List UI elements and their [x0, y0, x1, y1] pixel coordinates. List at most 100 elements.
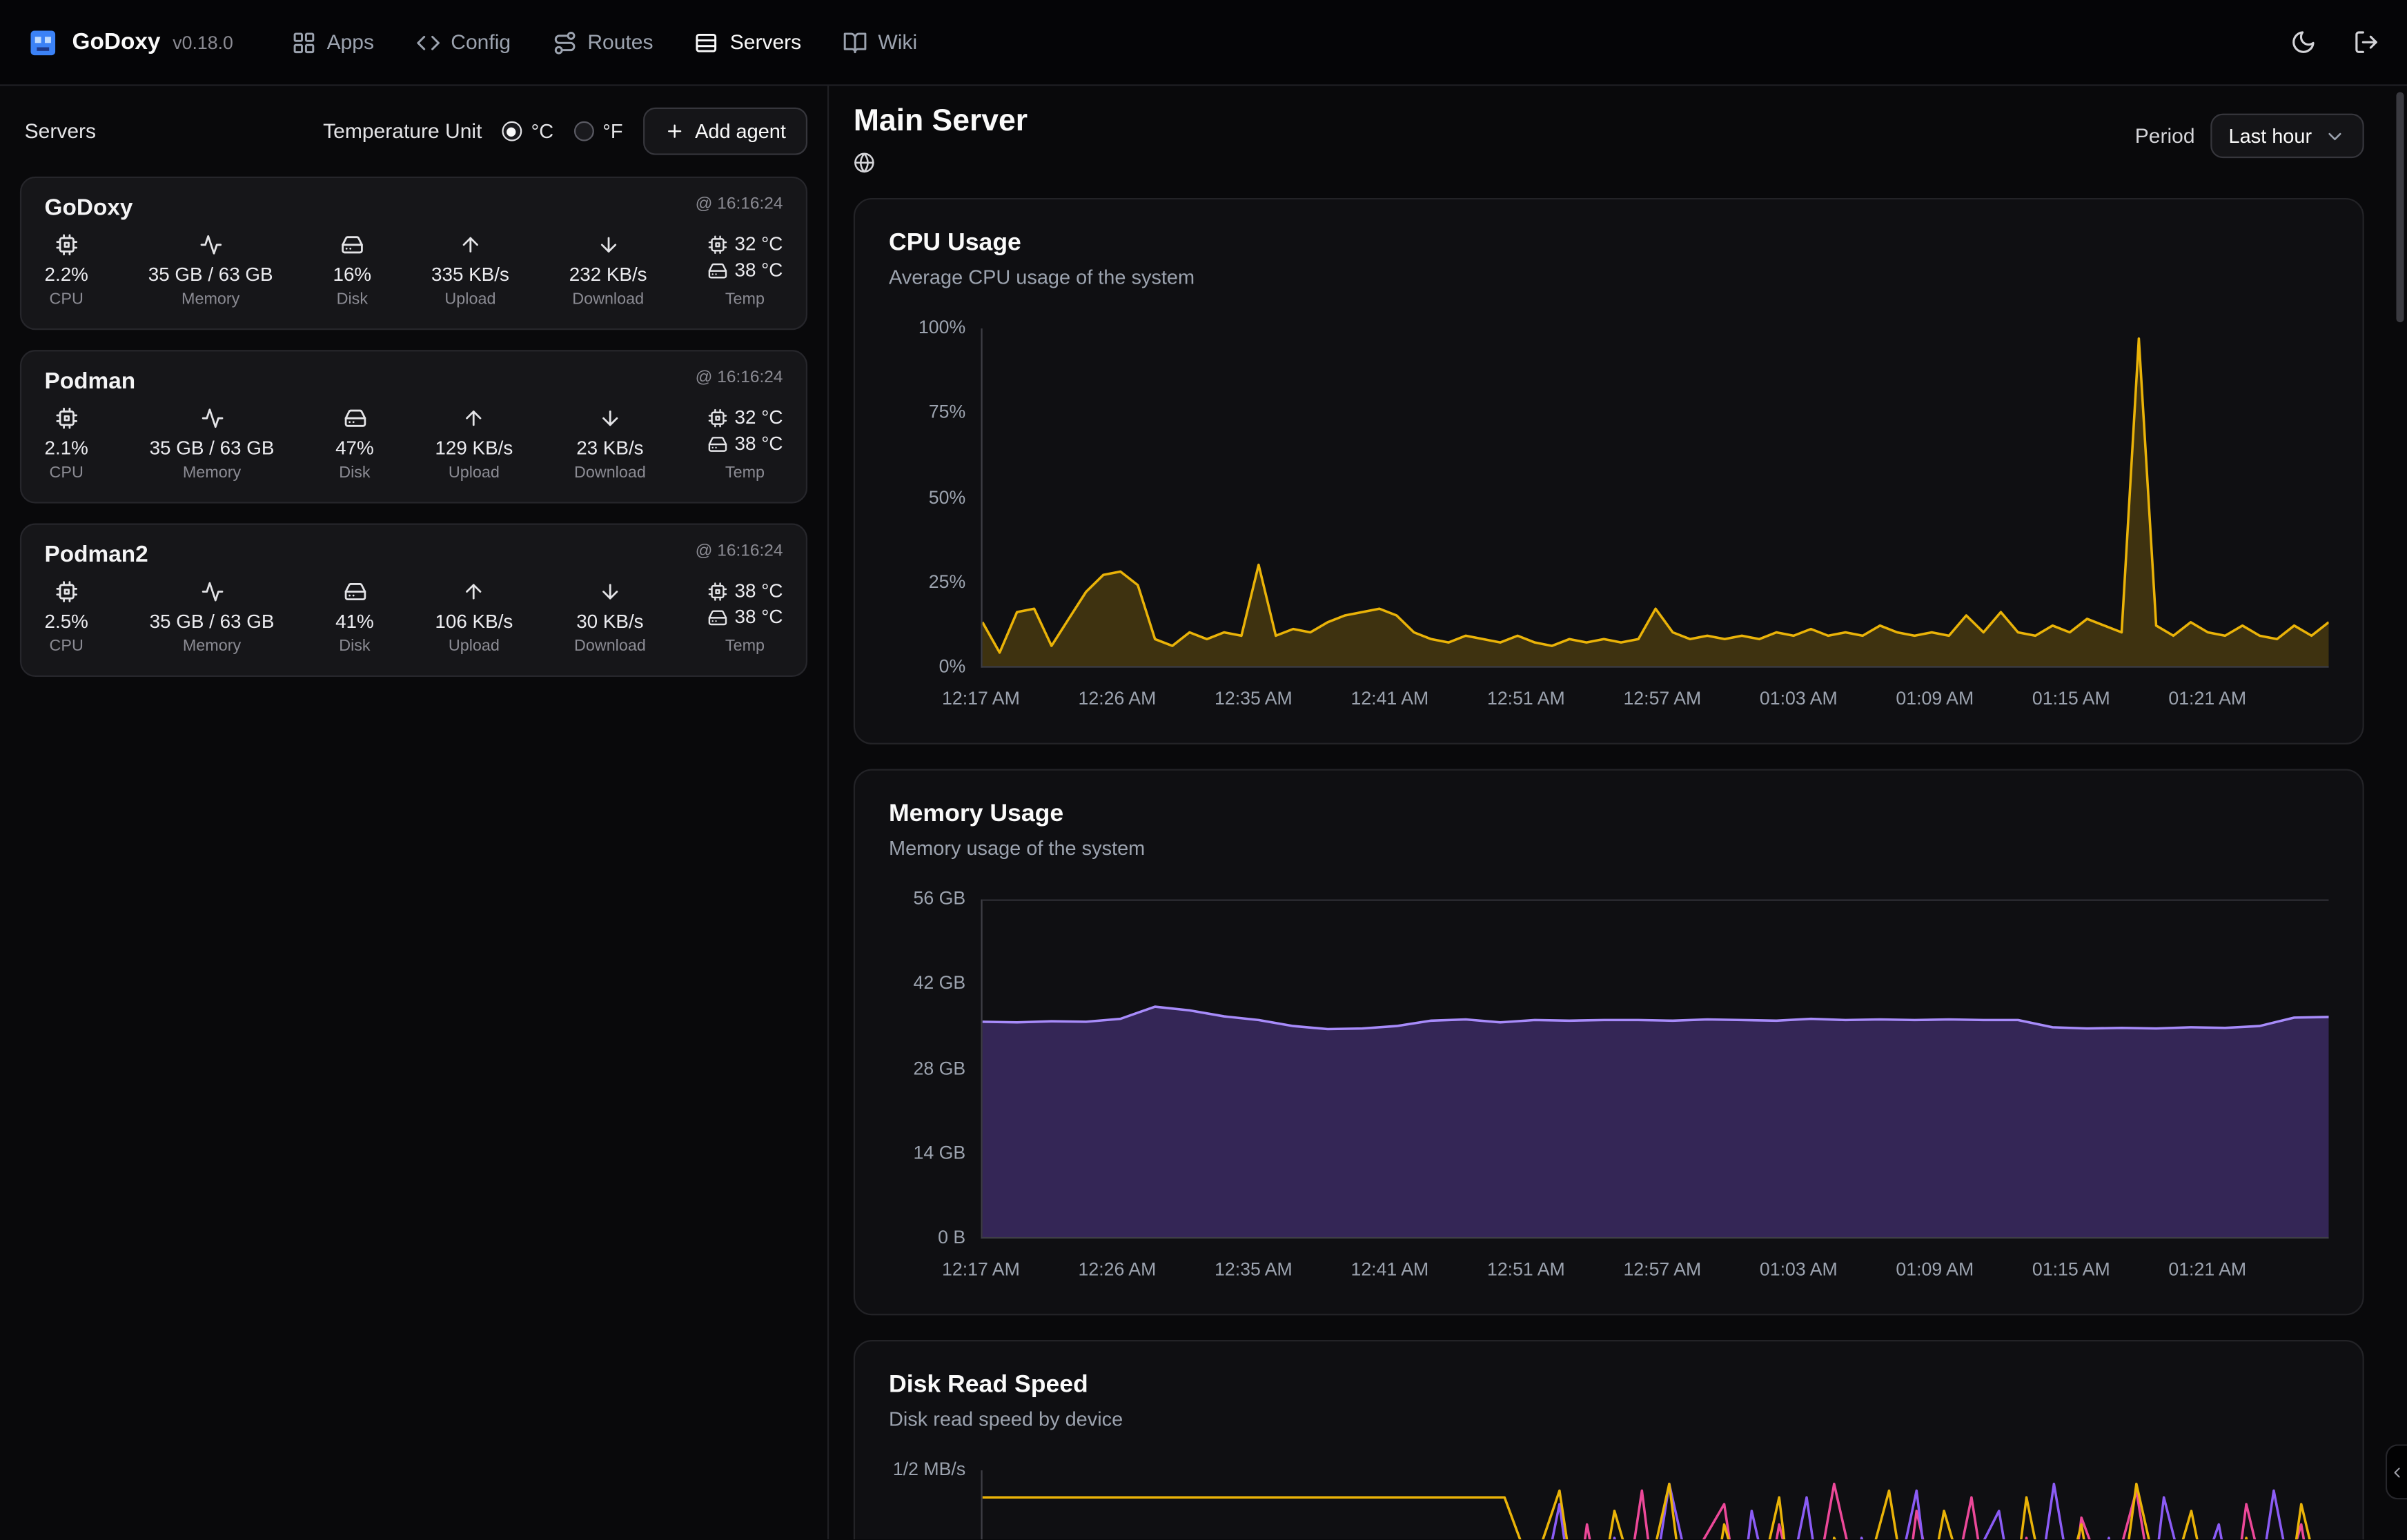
memory-usage-chart[interactable] — [981, 900, 2328, 1239]
download-value: 30 KB/s — [576, 611, 643, 632]
hard-drive-icon — [341, 233, 364, 256]
x-tick-label: 12:35 AM — [1215, 1258, 1293, 1280]
disk-value: 47% — [335, 437, 374, 459]
cpu-label: CPU — [50, 637, 83, 655]
disk-value: 41% — [335, 611, 374, 632]
temp-label: Temp — [725, 464, 765, 482]
y-tick-label: 25% — [892, 572, 965, 593]
temperature-unit-label: Temperature Unit — [323, 120, 482, 143]
x-tick-label: 01:03 AM — [1760, 688, 1838, 709]
x-tick-label: 12:41 AM — [1350, 1258, 1428, 1280]
globe-icon[interactable] — [854, 152, 1028, 173]
fahrenheit-label: °F — [602, 120, 622, 143]
brand-name: GoDoxy — [72, 29, 161, 55]
nav-wiki[interactable]: Wiki — [843, 30, 917, 55]
celsius-radio[interactable]: °C — [502, 120, 553, 143]
servers-sidebar: Servers Temperature Unit °C °F Add agent — [0, 86, 829, 1540]
code-icon — [415, 30, 440, 55]
chart-subtitle: Average CPU usage of the system — [889, 266, 2329, 288]
nav-apps-label: Apps — [327, 30, 374, 53]
topbar-actions — [2290, 29, 2379, 55]
server-rows-icon — [695, 30, 720, 55]
upload-label: Upload — [449, 637, 500, 655]
download-value: 232 KB/s — [569, 264, 647, 286]
chart-subtitle: Memory usage of the system — [889, 836, 2329, 859]
x-tick-label: 12:26 AM — [1079, 688, 1157, 709]
disk-temp-value: 38 °C — [734, 259, 783, 281]
cpu-value: 2.2% — [45, 264, 88, 286]
memory-stat: 35 GB / 63 GB Memory — [150, 406, 275, 482]
godoxy-logo-icon — [28, 27, 58, 57]
chevron-left-icon — [2388, 1463, 2405, 1480]
server-card-podman[interactable]: Podman @ 16:16:24 2.1% CPU 35 GB / 63 GB — [20, 350, 807, 503]
fahrenheit-radio-control[interactable] — [573, 121, 593, 141]
download-label: Download — [572, 290, 644, 308]
upload-label: Upload — [444, 290, 495, 308]
x-axis-labels: 12:17 AM12:26 AM12:35 AM12:41 AM12:51 AM… — [981, 1250, 2328, 1286]
x-tick-label: 01:21 AM — [2168, 688, 2246, 709]
celsius-radio-control[interactable] — [502, 121, 522, 141]
server-timestamp: @ 16:16:24 — [696, 542, 783, 560]
server-card-godoxy[interactable]: GoDoxy @ 16:16:24 2.2% CPU 35 GB / 63 GB — [20, 177, 807, 330]
x-tick-label: 12:51 AM — [1487, 1258, 1565, 1280]
main-panel: Main Server Period Last hour CPU Usage A… — [829, 86, 2407, 1540]
x-tick-label: 01:09 AM — [1896, 1258, 1974, 1280]
period-select[interactable]: Last hour — [2210, 114, 2364, 159]
chart-title: Disk Read Speed — [889, 1372, 2329, 1400]
chart-title: CPU Usage — [889, 230, 2329, 258]
hard-drive-icon — [707, 260, 727, 280]
download-label: Download — [574, 637, 646, 655]
memory-stat: 35 GB / 63 GB Memory — [148, 233, 273, 308]
y-tick-label: 75% — [892, 403, 965, 424]
arrow-down-icon — [596, 233, 619, 256]
nav-servers[interactable]: Servers — [695, 30, 802, 55]
arrow-up-icon — [462, 580, 485, 603]
download-label: Download — [574, 464, 646, 482]
disk-temp-value: 38 °C — [735, 606, 783, 628]
server-card-podman2[interactable]: Podman2 @ 16:16:24 2.5% CPU 35 GB / 63 G… — [20, 524, 807, 677]
nav-config[interactable]: Config — [415, 30, 511, 55]
cpu-usage-card: CPU Usage Average CPU usage of the syste… — [854, 198, 2364, 744]
y-tick-label: 0 B — [892, 1228, 965, 1250]
cpu-chip-icon — [55, 580, 78, 603]
y-axis-labels: 1/2 MB/s — [889, 1470, 981, 1539]
cpu-usage-chart[interactable] — [981, 328, 2328, 668]
y-tick-label: 0% — [892, 657, 965, 678]
disk-read-speed-card: Disk Read Speed Disk read speed by devic… — [854, 1340, 2364, 1539]
memory-value: 35 GB / 63 GB — [148, 264, 273, 286]
y-axis-labels: 56 GB42 GB28 GB14 GB0 B — [889, 900, 981, 1239]
chevron-down-icon — [2324, 125, 2346, 146]
cpu-chip-icon — [707, 234, 727, 254]
memory-label: Memory — [183, 464, 241, 482]
fahrenheit-radio[interactable]: °F — [573, 120, 622, 143]
x-tick-label: 01:09 AM — [1896, 688, 1974, 709]
route-icon — [552, 30, 577, 55]
arrow-down-icon — [598, 406, 621, 429]
x-tick-label: 01:15 AM — [2032, 688, 2110, 709]
y-tick-label: 42 GB — [892, 974, 965, 995]
cpu-chip-icon — [55, 233, 78, 256]
logout-icon[interactable] — [2353, 29, 2379, 55]
activity-icon — [200, 406, 223, 429]
moon-icon[interactable] — [2290, 29, 2317, 55]
x-tick-label: 12:17 AM — [942, 688, 1020, 709]
add-agent-button[interactable]: Add agent — [642, 108, 807, 155]
brand: GoDoxy v0.18.0 — [28, 27, 233, 57]
collapse-panel-handle[interactable] — [2386, 1444, 2407, 1499]
upload-value: 106 KB/s — [435, 611, 513, 632]
hard-drive-icon — [343, 406, 366, 429]
cpu-stat: 2.2% CPU — [45, 233, 88, 308]
nav-routes[interactable]: Routes — [552, 30, 653, 55]
upload-value: 335 KB/s — [431, 264, 509, 286]
x-tick-label: 12:35 AM — [1215, 688, 1293, 709]
x-tick-label: 12:26 AM — [1079, 1258, 1157, 1280]
server-name: Podman2 — [45, 542, 148, 568]
cpu-label: CPU — [50, 464, 83, 482]
nav-apps[interactable]: Apps — [291, 30, 374, 55]
disk-read-speed-chart[interactable] — [981, 1470, 2328, 1539]
book-icon — [843, 30, 867, 55]
scrollbar-thumb[interactable] — [2396, 92, 2404, 322]
memory-value: 35 GB / 63 GB — [150, 437, 275, 459]
hard-drive-icon — [707, 607, 727, 627]
disk-value: 16% — [333, 264, 371, 286]
